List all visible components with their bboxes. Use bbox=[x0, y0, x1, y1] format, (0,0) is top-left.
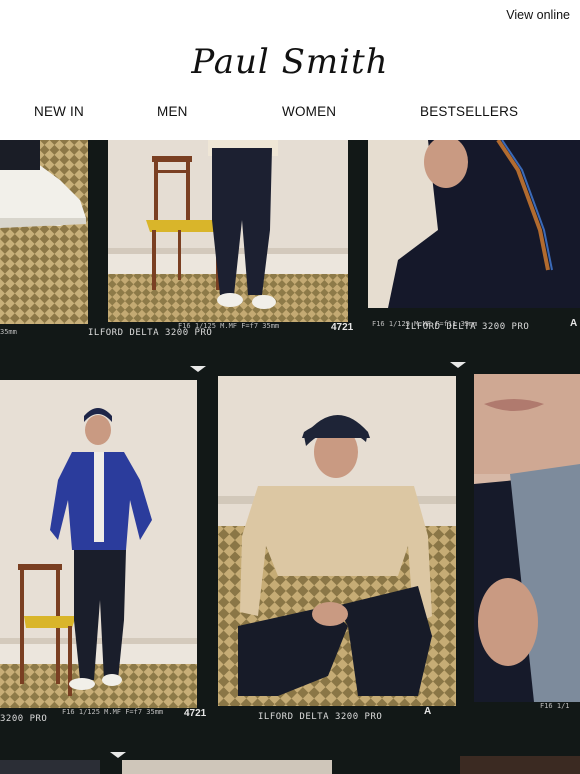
film-label-strip2-a: 3200 PRO bbox=[0, 714, 48, 724]
next-frame-peek bbox=[460, 756, 580, 774]
film-notch bbox=[450, 362, 466, 368]
photo-frame-blue-jacket bbox=[0, 380, 197, 708]
brand-logo[interactable]: Paul Smith bbox=[0, 42, 580, 82]
film-strip-bottom bbox=[0, 746, 580, 774]
film-exposure-strip2-a: F16 1/125 M.MF F=f7 35mm bbox=[62, 708, 164, 716]
nav-item-men[interactable]: MEN bbox=[157, 104, 188, 119]
film-notch bbox=[110, 752, 126, 758]
dark-jacket-photo bbox=[368, 140, 580, 308]
nav-item-bestsellers[interactable]: BESTSELLERS bbox=[420, 104, 518, 119]
nav-item-women[interactable]: WOMEN bbox=[282, 104, 336, 119]
photo-frame-dark-jacket bbox=[368, 140, 580, 308]
blue-jacket-photo bbox=[0, 380, 197, 708]
film-frame-marker-strip1: A bbox=[570, 318, 578, 329]
patterned-shirt-photo bbox=[474, 374, 580, 702]
film-exposure-strip2-b: F16 1/1 bbox=[540, 702, 570, 710]
film-strip-top: 35mm ILFORD DELTA 3200 PRO F16 1/125 M.M… bbox=[0, 140, 580, 340]
film-label-strip2-b: ILFORD DELTA 3200 PRO bbox=[258, 712, 383, 722]
film-label-strip1-b: ILFORD DELTA 3200 PRO bbox=[405, 322, 530, 332]
email-topbar: View online bbox=[0, 0, 580, 30]
film-edge-code: 35mm bbox=[0, 328, 17, 336]
photo-frame-man-with-chair bbox=[108, 140, 348, 322]
brand-logo-text: Paul Smith bbox=[191, 42, 389, 82]
film-strip-middle: 3200 PRO F16 1/125 M.MF F=f7 35mm 4721 I… bbox=[0, 362, 580, 732]
man-chair-photo bbox=[108, 140, 348, 322]
next-frame-peek bbox=[0, 760, 100, 774]
film-frame-number-strip2: 4721 bbox=[184, 708, 207, 719]
film-frame-marker-strip2: A bbox=[424, 706, 432, 717]
nav-item-new-in[interactable]: NEW IN bbox=[34, 104, 84, 119]
view-online-link[interactable]: View online bbox=[506, 8, 570, 22]
film-notch bbox=[190, 366, 206, 372]
hero-contact-sheet-image[interactable]: 35mm ILFORD DELTA 3200 PRO F16 1/125 M.M… bbox=[0, 140, 580, 774]
photo-frame-patterned-shirt bbox=[474, 374, 580, 702]
beige-sweater-photo bbox=[218, 376, 456, 706]
photo-frame-shoe-floor bbox=[0, 140, 88, 324]
photo-frame-beige-sweater bbox=[218, 376, 456, 706]
next-frame-peek bbox=[122, 760, 332, 774]
film-frame-number-strip1: 4721 bbox=[331, 322, 354, 333]
main-nav: NEW IN MEN WOMEN BESTSELLERS bbox=[0, 104, 580, 126]
film-exposure-strip1-a: F16 1/125 M.MF F=f7 35mm bbox=[178, 322, 280, 330]
shoe-floor-photo bbox=[0, 140, 88, 324]
